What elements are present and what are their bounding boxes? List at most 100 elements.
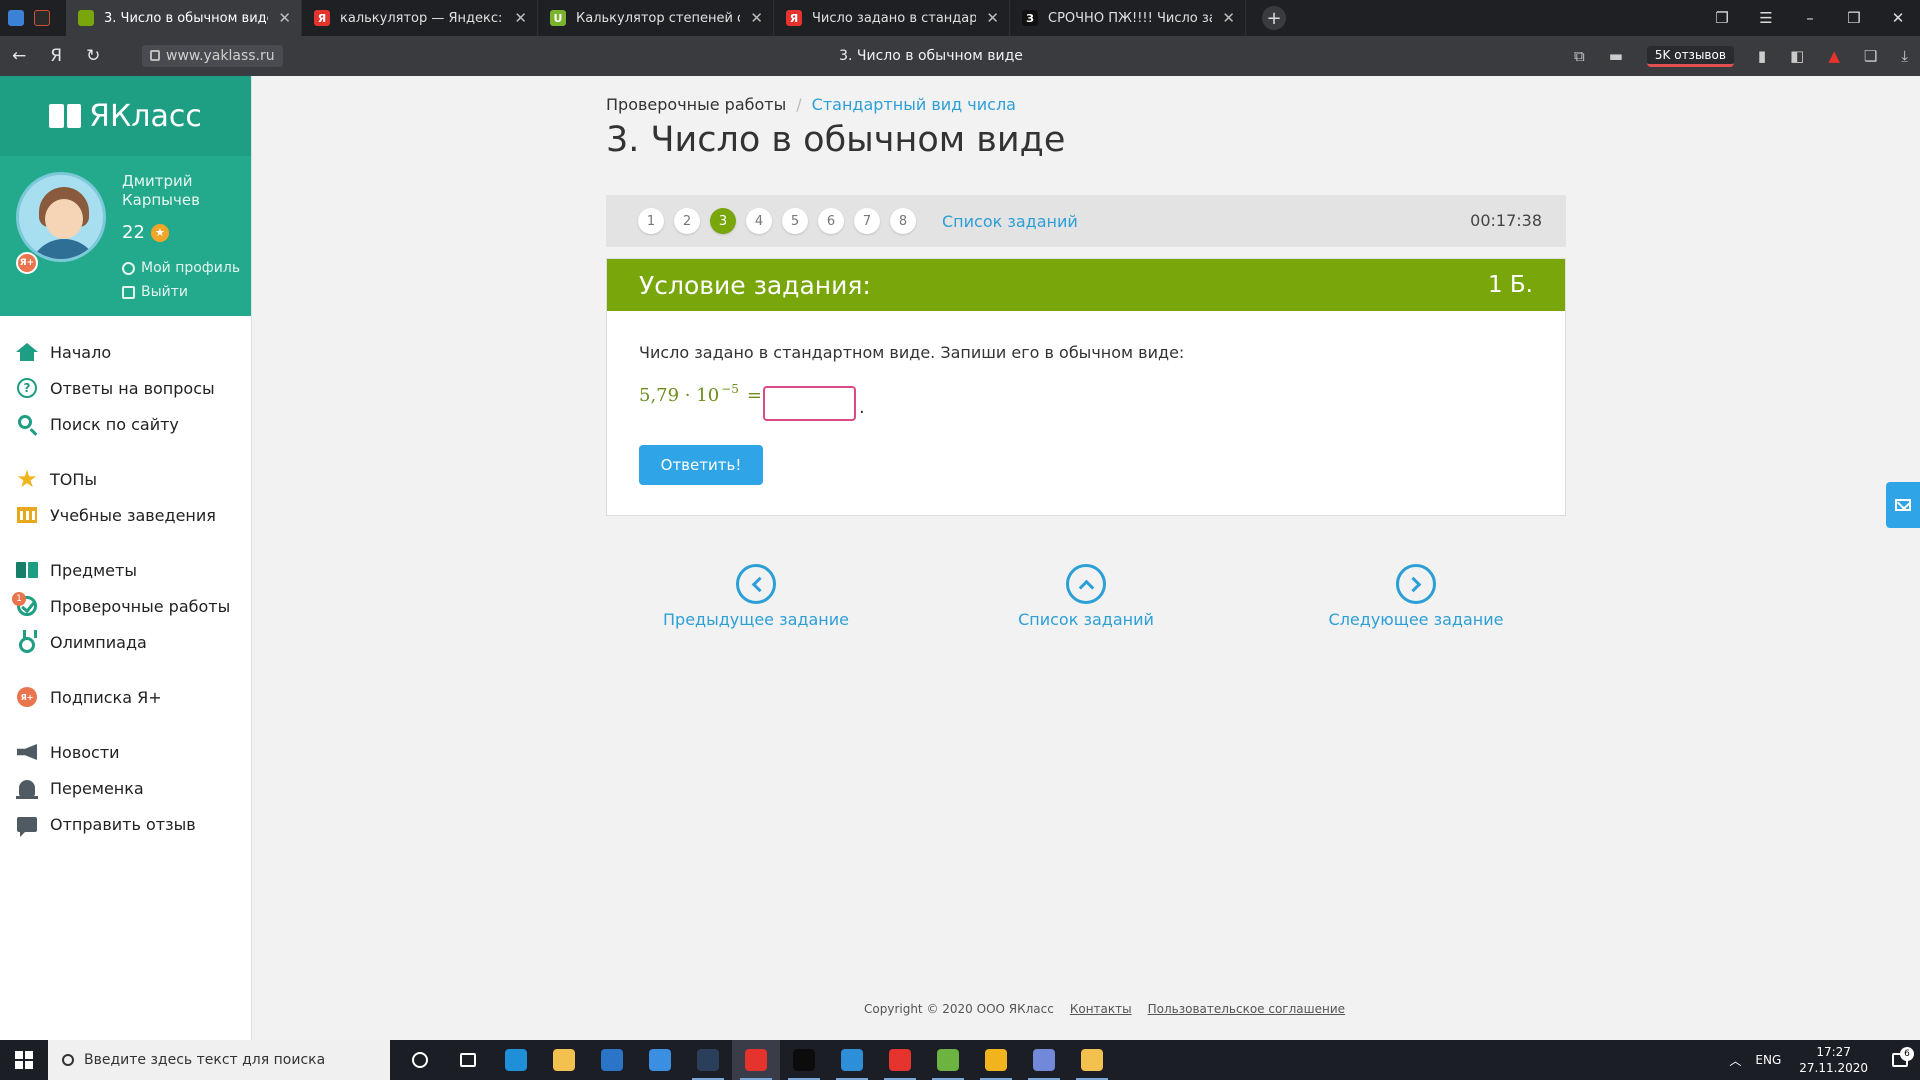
task-number-button[interactable]: 3 (710, 208, 736, 234)
menu-icon[interactable]: ☰ (1744, 9, 1788, 27)
notes-icon[interactable] (1068, 1040, 1116, 1080)
cortana-icon[interactable] (396, 1040, 444, 1080)
logout-link[interactable]: Выйти (122, 284, 188, 300)
copy-icon[interactable]: ⧉ (1574, 47, 1585, 65)
close-tab-icon[interactable]: ✕ (278, 9, 291, 27)
close-tab-icon[interactable]: ✕ (514, 9, 527, 27)
minimize-button[interactable]: – (1788, 9, 1832, 27)
sidebar-item[interactable]: Поиск по сайту (0, 406, 251, 442)
app-f-icon[interactable] (828, 1040, 876, 1080)
task-number-button[interactable]: 4 (746, 208, 772, 234)
new-tab-button[interactable]: + (1262, 6, 1286, 30)
sidebar-item[interactable]: Новости (0, 734, 251, 770)
reviews-button[interactable]: 5K отзывов (1646, 45, 1734, 67)
task-navigation: 12345678 Список заданий 00:17:38 (606, 195, 1566, 247)
answer-input[interactable] (763, 386, 856, 421)
user-profile: Я+ Дмитрий Карпычев 22 ★ Мой профиль Вый… (0, 156, 251, 316)
next-task-label: Следующее задание (1328, 610, 1504, 629)
sidebar-item[interactable]: ? Ответы на вопросы (0, 370, 251, 406)
yaklass-logo[interactable]: ЯКласс (0, 76, 251, 156)
sidebar-item[interactable]: Начало (0, 334, 251, 370)
windows-icon (15, 1051, 33, 1069)
tabs-icon[interactable]: ❏ (1864, 47, 1877, 65)
clock[interactable]: 17:27 27.11.2020 (1799, 1044, 1868, 1076)
security-icon[interactable] (972, 1040, 1020, 1080)
submit-button[interactable]: Ответить! (639, 445, 763, 485)
taskbar-search-placeholder: Введите здесь текст для поиска (84, 1052, 326, 1068)
task-list-link[interactable]: Список заданий (942, 212, 1078, 231)
sidebar-item[interactable]: Олимпиада (0, 624, 251, 660)
language-indicator[interactable]: ENG (1755, 1053, 1781, 1067)
app-icon[interactable] (34, 10, 50, 26)
download-icon[interactable]: ⤓ (1901, 47, 1908, 65)
task-number-button[interactable]: 6 (818, 208, 844, 234)
browser-tab[interactable]: 3. Число в обычном виде ✕ (66, 0, 302, 36)
restore-button[interactable]: ❒ (1832, 9, 1876, 27)
sidebar-item[interactable]: ★ ТОПы (0, 461, 251, 497)
browser-tab[interactable]: З СРОЧНО ПЖ!!!! Число зада ✕ (1010, 0, 1246, 36)
explorer-icon[interactable] (540, 1040, 588, 1080)
menu-group: ★ ТОПы Учебные заведения (0, 461, 251, 533)
terminal-icon[interactable] (780, 1040, 828, 1080)
store-icon[interactable] (588, 1040, 636, 1080)
books-icon (16, 559, 38, 581)
sidebar-item[interactable]: Переменка (0, 770, 251, 806)
previous-task-link[interactable]: Предыдущее задание (636, 564, 876, 629)
sidebar-item[interactable]: Отправить отзыв (0, 806, 251, 842)
tray-expand-icon[interactable]: ︿ (1729, 1052, 1741, 1069)
comment-icon[interactable]: ▬ (1609, 47, 1623, 65)
task-text: Число задано в стандартном виде. Запиши … (639, 343, 1185, 362)
user-name[interactable]: Дмитрий Карпычев (122, 172, 242, 210)
taskbar-search[interactable]: Введите здесь текст для поиска (48, 1040, 390, 1080)
my-profile-label: Мой профиль (141, 260, 241, 276)
my-profile-link[interactable]: Мой профиль (122, 260, 240, 276)
breadcrumb-current[interactable]: Стандартный вид числа (812, 95, 1016, 114)
close-tab-icon[interactable]: ✕ (986, 9, 999, 27)
sidebar-toggle-icon[interactable] (8, 10, 24, 26)
sidebar-item[interactable]: Учебные заведения (0, 497, 251, 533)
browser-system-icons (0, 0, 66, 36)
edge-icon[interactable] (492, 1040, 540, 1080)
close-tab-icon[interactable]: ✕ (750, 9, 763, 27)
task-number-button[interactable]: 5 (782, 208, 808, 234)
browser-tab[interactable]: Я Число задано в стандартно ✕ (774, 0, 1010, 36)
extension-icon[interactable]: ◧ (1790, 47, 1804, 65)
task-number-button[interactable]: 7 (854, 208, 880, 234)
task-number-button[interactable]: 8 (890, 208, 916, 234)
tab-title: Число задано в стандартно (812, 10, 977, 26)
close-tab-icon[interactable]: ✕ (1222, 9, 1235, 27)
extension-red-icon[interactable]: ▲ (1828, 47, 1840, 65)
notification-center[interactable]: 6 (1880, 1047, 1920, 1067)
task-number-button[interactable]: 2 (674, 208, 700, 234)
breadcrumb-root[interactable]: Проверочные работы (606, 95, 786, 114)
home-icon (16, 341, 38, 363)
avatar[interactable] (16, 172, 106, 262)
sidebar-item[interactable]: Я+ Подписка Я+ (0, 679, 251, 715)
steam-icon[interactable] (684, 1040, 732, 1080)
sidebar-item[interactable]: Проверочные работы 1 (0, 588, 251, 624)
taskbar-apps (396, 1040, 1116, 1080)
collections-icon[interactable]: ❐ (1700, 9, 1744, 27)
task-view-icon[interactable] (444, 1040, 492, 1080)
mail-icon[interactable] (636, 1040, 684, 1080)
search-icon (62, 1054, 74, 1066)
breadcrumb: Проверочные работы / Стандартный вид чис… (606, 95, 1016, 114)
door-icon (122, 285, 135, 299)
sidebar-item[interactable]: Предметы (0, 552, 251, 588)
discord-icon[interactable] (1020, 1040, 1068, 1080)
utorrent-icon[interactable] (924, 1040, 972, 1080)
yandex-browser-icon[interactable] (732, 1040, 780, 1080)
bookmark-icon[interactable]: ▮ (1758, 47, 1766, 65)
next-task-link[interactable]: Следующее задание (1296, 564, 1536, 629)
browser-tab[interactable]: Якалькулятор — Яндекс: наш ✕ (302, 0, 538, 36)
yandex-icon[interactable] (876, 1040, 924, 1080)
contacts-link[interactable]: Контакты (1070, 1002, 1132, 1016)
start-button[interactable] (0, 1040, 48, 1080)
browser-tab[interactable]: U Калькулятор степеней онла ✕ (538, 0, 774, 36)
feedback-tab[interactable] (1886, 482, 1920, 528)
agreement-link[interactable]: Пользовательское соглашение (1148, 1002, 1345, 1016)
footer: Copyright © 2020 ООО ЯКласс Контакты Пол… (864, 1002, 1345, 1016)
task-number-button[interactable]: 1 (638, 208, 664, 234)
close-window-button[interactable]: ✕ (1876, 9, 1920, 27)
task-list-nav-link[interactable]: Список заданий (966, 564, 1206, 629)
